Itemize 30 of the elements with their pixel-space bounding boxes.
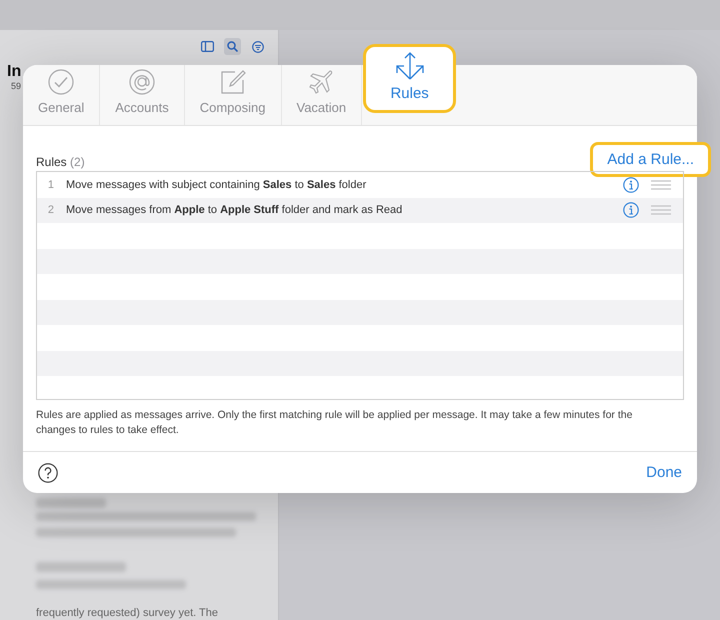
drag-handle-icon[interactable] <box>651 205 671 216</box>
info-icon[interactable] <box>623 176 639 193</box>
row-number: 1 <box>46 178 55 191</box>
settings-tab[interactable]: Composing <box>184 65 282 125</box>
blurred-line <box>36 498 106 508</box>
help-icon[interactable] <box>38 462 58 482</box>
filter-icon[interactable] <box>249 38 266 55</box>
row-number: 2 <box>46 204 55 216</box>
rules-note: Rules are applied as messages arrive. Only the first matching rule will be applied per message. It may take a few minutes for the changes to rules to take effect. <box>36 408 634 438</box>
settings-tab[interactable]: Rules <box>363 44 456 113</box>
search-icon[interactable] <box>224 38 241 55</box>
settings-tab[interactable]: Vacation <box>282 65 362 125</box>
message-count: 59 <box>11 81 22 91</box>
rule-description[interactable]: Move messages with subject containing Sales to Sales folder <box>66 178 623 191</box>
message-preview: frequently requested) survey yet. The <box>36 607 218 619</box>
settings-tab[interactable]: Accounts <box>100 65 185 125</box>
arrows-icon <box>394 52 425 80</box>
at-sign-icon <box>128 69 155 95</box>
info-icon[interactable] <box>623 202 639 218</box>
sidebar-icon[interactable] <box>199 38 216 55</box>
compose-icon <box>220 69 246 95</box>
airplane-icon <box>308 69 334 95</box>
mailbox-title: In <box>7 63 22 81</box>
add-rule-button[interactable]: Add a Rule... <box>590 142 711 177</box>
drag-handle-icon[interactable] <box>651 180 671 190</box>
settings-tab[interactable]: General <box>23 65 100 125</box>
rule-description[interactable]: Move messages from Apple to Apple Stuff folder and mark as Read <box>66 204 623 216</box>
rules-heading: Rules (2) <box>36 155 85 171</box>
checkmark-icon <box>48 69 74 95</box>
done-button[interactable]: Done <box>646 464 682 481</box>
